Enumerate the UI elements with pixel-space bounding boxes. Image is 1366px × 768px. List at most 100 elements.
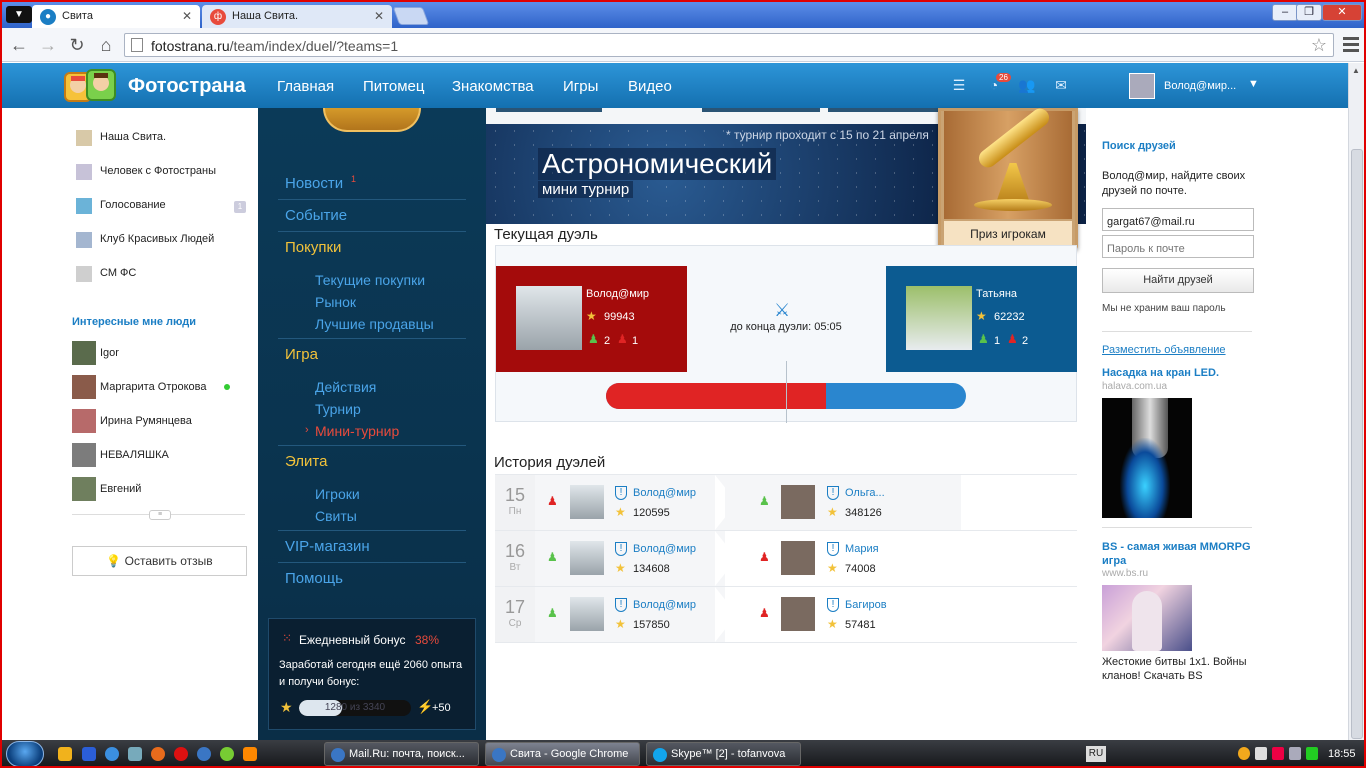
nav-best-sellers[interactable]: Лучшие продавцы [315, 316, 434, 332]
history-player-name[interactable]: Волод@мир [633, 487, 696, 499]
tray-icon[interactable] [1289, 747, 1301, 760]
nav-teams[interactable]: Свиты [315, 508, 357, 524]
minimize-icon[interactable]: – [1272, 4, 1298, 21]
friends-icon[interactable]: 👥 [1018, 77, 1036, 93]
close-tab-icon[interactable]: ✕ [182, 9, 192, 23]
desktop-icon[interactable] [128, 747, 142, 761]
section-tab[interactable] [702, 108, 820, 112]
prize-card[interactable]: Приз игрокам [938, 105, 1078, 250]
ad-title[interactable]: BS - самая живая MMORPG игра [1102, 540, 1252, 568]
find-friends-button[interactable]: Найти друзей [1102, 268, 1254, 293]
history-right-player[interactable]: ♟! Мария ★ 74008 [725, 531, 961, 586]
nav-tournament[interactable]: Турнир [315, 401, 361, 417]
collapse-handle-icon[interactable]: ≡ [149, 510, 171, 520]
odnoklassniki-icon[interactable] [243, 747, 257, 761]
nav-event[interactable]: Событие [285, 207, 347, 224]
taskbar-item-active[interactable]: Свита - Google Chrome [485, 742, 640, 766]
forward-icon[interactable]: → [37, 34, 59, 56]
history-right-player[interactable]: ♟! Багиров ★ 57481 [725, 587, 961, 642]
find-friends-title[interactable]: Поиск друзей [1102, 140, 1176, 152]
page-scrollbar[interactable]: ▲ [1348, 63, 1364, 740]
history-left-player[interactable]: ♟! Волод@мир ★ 157850 [535, 587, 725, 642]
window-menu-icon[interactable]: ▼ [6, 6, 32, 23]
ad-description[interactable]: Жестокие битвы 1x1. Войны кланов! Скачат… [1102, 655, 1262, 683]
nav-current-purchases[interactable]: Текущие покупки [315, 272, 425, 288]
ad-image[interactable] [1102, 585, 1192, 651]
nav-market[interactable]: Рынок [315, 294, 356, 310]
volume-icon[interactable] [1255, 747, 1267, 760]
browser-tab[interactable]: ф Наша Свита. ✕ [202, 5, 392, 28]
feedback-button[interactable]: 💡 Оставить отзыв [72, 546, 247, 576]
nav-elite[interactable]: Элита [285, 453, 327, 470]
history-player-name[interactable]: Мария [845, 543, 879, 555]
history-left-player[interactable]: ♟! Волод@мир ★ 120595 [535, 475, 725, 530]
list-icon[interactable]: ☰ [950, 77, 968, 93]
taskbar-item[interactable]: Mail.Ru: почта, поиск... [324, 742, 479, 766]
close-tab-icon[interactable]: ✕ [374, 9, 384, 23]
new-tab-button[interactable] [392, 7, 430, 25]
close-window-icon[interactable]: ✕ [1322, 4, 1362, 21]
duel-player-left[interactable]: Волод@мир ★ 99943 ♟ 2 ♟ 1 [496, 266, 687, 372]
clock[interactable]: 18:55 [1328, 748, 1356, 760]
history-player-name[interactable]: Волод@мир [633, 543, 696, 555]
duel-history-row[interactable]: 16 Вт ♟! Волод@мир ★ 134608 ♟! Мария ★ 74008 [495, 530, 1077, 586]
quicklaunch-icon[interactable] [220, 747, 234, 761]
user-avatar[interactable] [1129, 73, 1155, 99]
nav-help[interactable]: Помощь [285, 570, 343, 587]
history-left-player[interactable]: ♟! Волод@мир ★ 134608 [535, 531, 725, 586]
nav-video[interactable]: Видео [628, 78, 672, 95]
nav-vip-shop[interactable]: VIP-магазин [285, 538, 370, 555]
duel-player-right[interactable]: Татьяна ★ 62232 ♟ 1 ♟ 2 [886, 266, 1077, 372]
start-button[interactable] [6, 741, 44, 766]
back-icon[interactable]: ← [8, 34, 30, 56]
section-tab[interactable] [496, 108, 602, 112]
duel-history-row[interactable]: 17 Ср ♟! Волод@мир ★ 157850 ♟! Багиров ★ 57481 [495, 586, 1077, 642]
nav-mini-tournament[interactable]: Мини-турнир [315, 423, 399, 439]
interesting-people-title[interactable]: Интересные мне люди [72, 316, 196, 328]
nav-games[interactable]: Игры [563, 78, 598, 95]
tray-icon[interactable] [1272, 747, 1284, 760]
messages-icon[interactable]: ✉ [1052, 77, 1070, 93]
opera-icon[interactable] [174, 747, 188, 761]
history-player-name[interactable]: Волод@мир [633, 599, 696, 611]
nav-actions[interactable]: Действия [315, 379, 376, 395]
quicklaunch-icon[interactable] [58, 747, 72, 761]
maximize-icon[interactable]: ❐ [1296, 4, 1322, 21]
nav-pet[interactable]: Питомец [363, 78, 424, 95]
ad-image[interactable] [1102, 398, 1192, 518]
nav-game[interactable]: Игра [285, 346, 318, 363]
nav-purchases[interactable]: Покупки [285, 239, 341, 256]
home-icon[interactable]: ⌂ [95, 34, 117, 56]
firefox-icon[interactable] [151, 747, 165, 761]
language-indicator[interactable]: RU [1086, 746, 1106, 762]
address-bar[interactable]: fotostrana.ru/team/index/duel/?teams=1 ☆ [124, 33, 1334, 57]
user-menu-chevron-down-icon[interactable]: ▼ [1248, 78, 1259, 90]
network-icon[interactable] [1306, 747, 1318, 760]
ad-title[interactable]: Насадка на кран LED. [1102, 366, 1252, 380]
reload-icon[interactable]: ↻ [66, 34, 88, 56]
place-ad-link[interactable]: Разместить объявление [1102, 344, 1226, 356]
chrome-icon[interactable] [197, 747, 211, 761]
history-player-name[interactable]: Багиров [845, 599, 887, 611]
browser-tab-active[interactable]: ● Свита ✕ [32, 5, 200, 28]
site-logo-text[interactable]: Фотострана [128, 75, 246, 98]
email-field[interactable] [1102, 208, 1254, 231]
scroll-up-icon[interactable]: ▲ [1352, 66, 1360, 75]
nav-dating[interactable]: Знакомства [452, 78, 534, 95]
history-right-player[interactable]: ♟! Ольга... ★ 348126 [725, 475, 961, 530]
user-name[interactable]: Волод@мир... [1164, 80, 1236, 92]
nav-players[interactable]: Игроки [315, 486, 360, 502]
settings-menu-icon[interactable] [1341, 34, 1361, 56]
ie-icon[interactable] [105, 747, 119, 761]
history-player-name[interactable]: Ольга... [845, 487, 885, 499]
fotostrana-logo-icon[interactable] [57, 67, 125, 105]
tray-icon[interactable] [1238, 747, 1250, 760]
quicklaunch-icon[interactable] [82, 747, 96, 761]
password-field[interactable] [1102, 235, 1254, 258]
nav-home[interactable]: Главная [277, 78, 334, 95]
taskbar-item[interactable]: Skype™ [2] - tofanvova [646, 742, 801, 766]
duel-history-row[interactable]: 15 Пн ♟! Волод@мир ★ 120595 ♟! Ольга... ★ 348126 [495, 474, 1077, 530]
section-tab[interactable] [828, 108, 954, 112]
nav-news[interactable]: Новости [285, 175, 343, 192]
scrollbar-thumb[interactable] [1351, 149, 1363, 739]
